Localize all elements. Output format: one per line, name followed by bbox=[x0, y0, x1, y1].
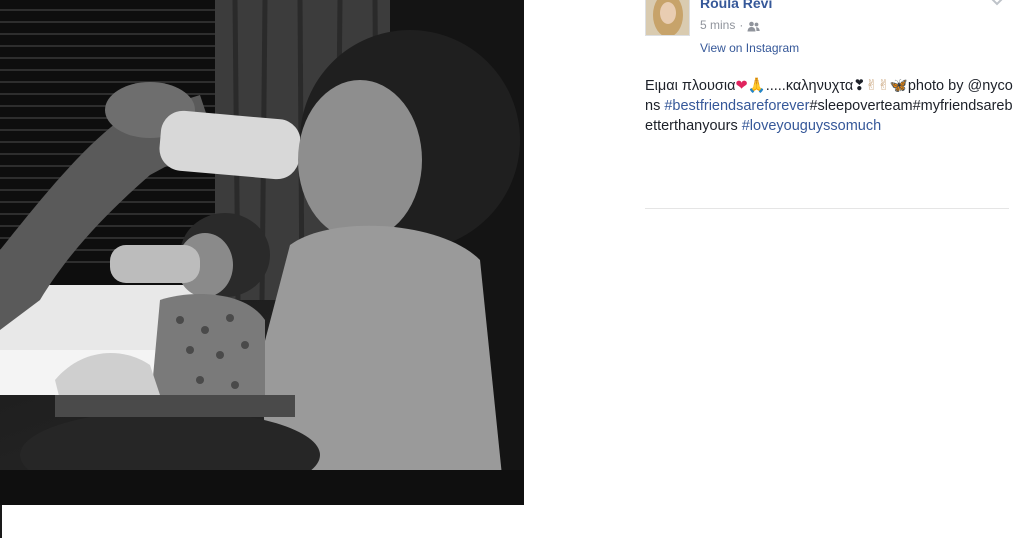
heart-exclamation-emoji: ❣ bbox=[853, 78, 866, 94]
hashtag-link[interactable]: #bestfriendsareforever bbox=[664, 98, 809, 114]
view-on-instagram-link[interactable]: View on Instagram bbox=[700, 40, 799, 56]
hashtag-text: #sleepoverteam bbox=[809, 98, 913, 114]
message-text: .....καληνυχτα bbox=[765, 78, 854, 94]
victory-hand-emoji: ✌ bbox=[877, 78, 890, 94]
friends-icon[interactable] bbox=[747, 20, 761, 31]
divider bbox=[645, 208, 1009, 209]
post-message: Ειμαι πλουσια❤🙏.....καληνυχτα❣✌✌🦋photo b… bbox=[645, 76, 1013, 136]
post-time[interactable]: 5 mins bbox=[700, 17, 735, 33]
meta-separator: · bbox=[739, 18, 744, 32]
author-avatar[interactable] bbox=[645, 0, 690, 36]
photo-illustration bbox=[0, 0, 524, 505]
hashtag-link[interactable]: #loveyouguyssomuch bbox=[742, 118, 881, 134]
message-text: Ειμαι πλουσια bbox=[645, 78, 736, 94]
heart-emoji: ❤ bbox=[735, 78, 748, 94]
author-name[interactable]: Roula Revi bbox=[700, 0, 772, 12]
photo-edge bbox=[0, 505, 2, 538]
message-text: photo by bbox=[907, 78, 964, 94]
praying-hands-emoji: 🙏 bbox=[747, 78, 766, 94]
post-photo[interactable] bbox=[0, 0, 524, 505]
post-meta: 5 mins · bbox=[700, 17, 761, 33]
victory-hand-emoji: ✌ bbox=[865, 78, 878, 94]
butterfly-emoji: 🦋 bbox=[889, 78, 908, 94]
chevron-down-icon[interactable] bbox=[990, 0, 1004, 6]
